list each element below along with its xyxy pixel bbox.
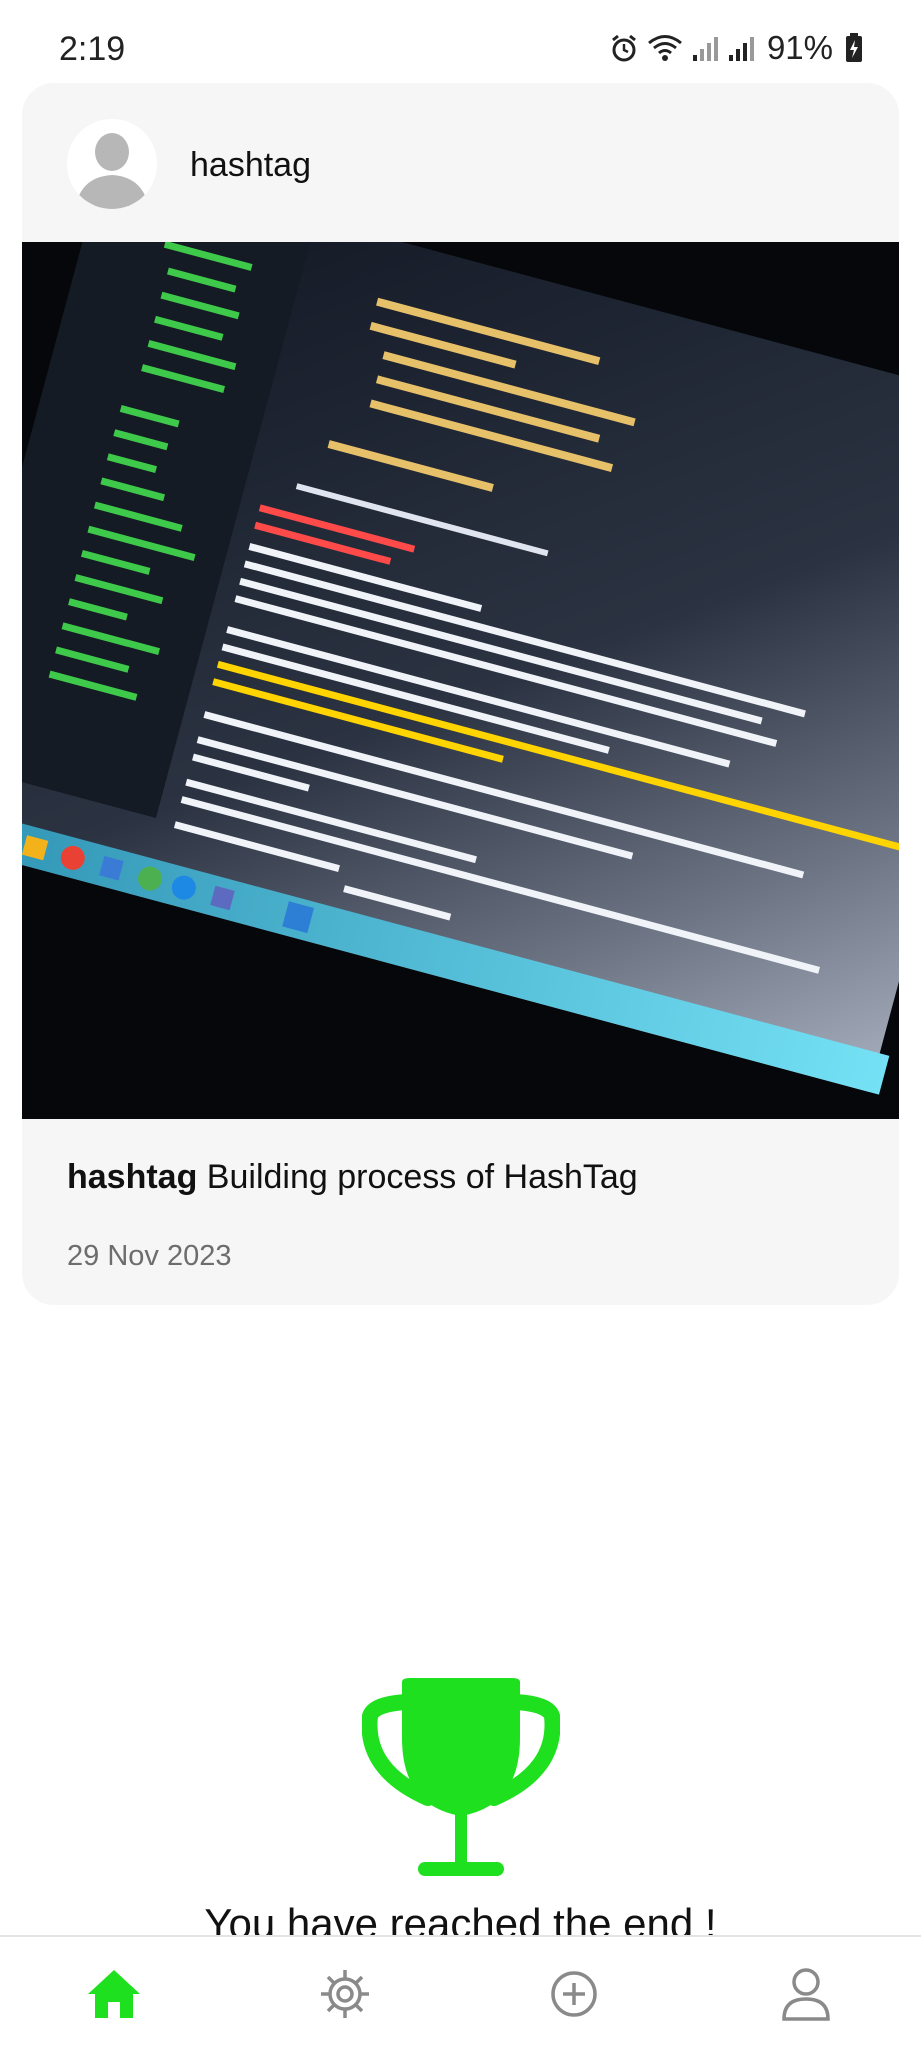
signal-icon-2 (727, 33, 755, 63)
post-image[interactable] (22, 242, 899, 1119)
nav-profile[interactable] (746, 1937, 866, 2050)
post-username[interactable]: hashtag (190, 146, 311, 185)
profile-icon (782, 1967, 830, 2021)
post-card[interactable]: hashtag hashtag Building process of Hash… (22, 83, 899, 1305)
avatar[interactable] (67, 119, 157, 209)
settings-icon (321, 1969, 369, 2018)
caption-username[interactable]: hashtag (67, 1158, 197, 1196)
caption-text: Building process of HashTag (197, 1158, 638, 1196)
nav-add-post[interactable] (514, 1937, 634, 2050)
status-time: 2:19 (59, 30, 126, 68)
code-editor-photo (22, 242, 899, 1119)
default-avatar-icon (67, 119, 157, 209)
post-header[interactable]: hashtag (22, 83, 899, 243)
home-icon (88, 1969, 140, 2018)
signal-icon-1 (691, 33, 719, 63)
add-post-icon (551, 1970, 597, 2017)
bottom-navigation (0, 1935, 921, 2050)
post-date: 29 Nov 2023 (67, 1240, 232, 1272)
trophy-icon (361, 1678, 561, 1878)
nav-home[interactable] (54, 1937, 174, 2050)
battery-charging-icon (845, 33, 863, 63)
nav-settings[interactable] (285, 1937, 405, 2050)
post-caption: hashtag Building process of HashTag (67, 1158, 638, 1197)
alarm-icon (609, 33, 639, 63)
status-icons: 91% (609, 26, 863, 70)
status-bar: 2:19 91% (0, 0, 921, 80)
battery-percent: 91% (766, 29, 833, 66)
wifi-icon (647, 33, 683, 63)
